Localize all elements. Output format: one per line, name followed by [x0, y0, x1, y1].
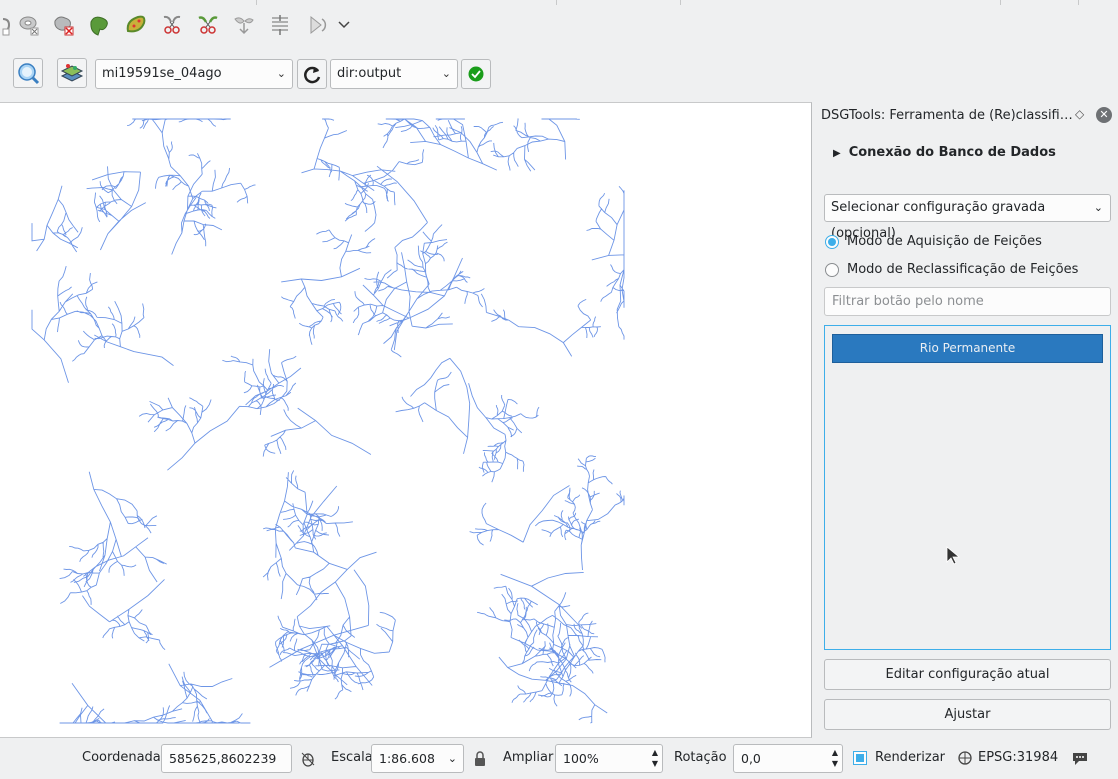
crs-globe-icon[interactable]	[957, 750, 973, 766]
spin-arrows-icon[interactable]: ▲ ▼	[832, 747, 838, 769]
lock-scale-icon[interactable]	[473, 751, 487, 767]
button-filter-placeholder: Filtrar botão pelo nome	[832, 294, 984, 309]
saved-config-combo[interactable]: Selecionar configuração gravada (opciona…	[824, 194, 1111, 241]
reclassification-mode-label: Modo de Reclassificação de Feições	[847, 262, 1079, 277]
adjust-button[interactable]: Ajustar	[824, 699, 1111, 730]
output-combo[interactable]: dir:output ⌄	[330, 59, 458, 89]
expand-triangle-icon: ▶	[833, 148, 841, 159]
radio-selected-icon	[825, 234, 839, 249]
delete-feature-icon[interactable]	[49, 10, 79, 40]
output-combo-value: dir:output	[337, 66, 402, 81]
river-lines	[31, 118, 625, 724]
db-connection-label: Conexão do Banco de Dados	[848, 145, 1056, 160]
rotation-label: Rotação	[674, 750, 727, 765]
digitizing-toolbar	[0, 0, 1118, 52]
rotation-spinbox[interactable]: 0,0 ▲ ▼	[733, 744, 843, 773]
render-checkbox[interactable]	[853, 751, 867, 765]
reclassification-dock: DSGTools: Ferramenta de (Re)classificaç.…	[817, 102, 1118, 738]
crs-label[interactable]: EPSG:31984	[978, 750, 1058, 765]
button-list-area: Rio Permanente	[824, 325, 1111, 650]
spin-arrows-icon[interactable]: ▲ ▼	[652, 747, 658, 769]
confirm-button[interactable]	[461, 59, 491, 89]
merge-features-icon[interactable]	[229, 10, 259, 40]
zoom-value: 100%	[563, 751, 599, 766]
acquisition-mode-label: Modo de Aquisição de Feições	[847, 234, 1042, 249]
split-features-icon[interactable]	[157, 10, 187, 40]
scale-combo[interactable]: 1:86.608 ⌄	[371, 744, 464, 773]
toolbar-overflow-chevron-icon[interactable]	[329, 10, 359, 40]
float-dock-icon[interactable]: ◇	[1075, 107, 1084, 121]
chevron-down-icon: ⌄	[447, 752, 457, 765]
layers-icon	[60, 64, 84, 82]
split-parts-icon[interactable]	[193, 10, 223, 40]
merge-attributes-icon[interactable]	[265, 10, 295, 40]
zoom-spinbox[interactable]: 100% ▲ ▼	[555, 744, 663, 773]
chevron-down-icon: ⌄	[276, 67, 286, 80]
rotate-point-symbols-icon[interactable]	[301, 10, 331, 40]
layer-combo[interactable]: mi19591se_04ago ⌄	[95, 59, 293, 89]
refresh-button[interactable]	[297, 59, 327, 89]
reshape-icon[interactable]	[85, 10, 115, 40]
messages-icon[interactable]	[1071, 750, 1089, 766]
toolbar-divider	[556, 0, 557, 5]
layer-selector-button[interactable]	[57, 58, 87, 88]
delete-ring-icon[interactable]	[14, 10, 44, 40]
button-filter-input[interactable]: Filtrar botão pelo nome	[824, 287, 1111, 316]
zoom-label: Ampliar	[503, 750, 554, 765]
edit-config-button[interactable]: Editar configuração atual	[824, 659, 1111, 690]
check-circle-icon	[468, 66, 484, 82]
offset-curve-icon[interactable]	[121, 10, 151, 40]
rotation-value: 0,0	[741, 751, 761, 766]
magnifier-icon	[18, 63, 40, 85]
coordinate-label: Coordenada	[82, 750, 161, 765]
toggle-extents-mouse-icon[interactable]	[300, 751, 316, 767]
reclassification-mode-radio[interactable]: Modo de Reclassificação de Feições	[825, 262, 1078, 277]
scale-value: 1:86.608	[379, 751, 435, 766]
map-canvas[interactable]	[0, 102, 812, 738]
dock-title: DSGTools: Ferramenta de (Re)classificaç.…	[821, 108, 1073, 123]
coordinate-field[interactable]: 585625,8602239	[161, 744, 292, 773]
db-connection-group[interactable]: ▶ Conexão do Banco de Dados	[833, 145, 1056, 160]
identify-zoom-button[interactable]	[13, 58, 43, 88]
render-label: Renderizar	[875, 750, 946, 765]
radio-unselected-icon	[825, 262, 839, 277]
close-dock-icon[interactable]: ✕	[1096, 107, 1112, 123]
status-bar: Coordenada 585625,8602239 Escala 1:86.60…	[0, 739, 1118, 779]
mouse-cursor-icon	[946, 546, 960, 565]
drainage-network	[31, 118, 625, 724]
toolbar-divider	[256, 0, 257, 5]
toolbar-divider	[1000, 0, 1001, 5]
chevron-down-icon: ⌄	[441, 67, 451, 80]
acquisition-mode-radio[interactable]: Modo de Aquisição de Feições	[825, 234, 1042, 249]
toolbar-divider	[680, 0, 681, 5]
rio-permanente-button[interactable]: Rio Permanente	[832, 334, 1103, 363]
scale-label: Escala	[331, 750, 373, 765]
toolbar-divider	[1078, 0, 1079, 5]
coordinate-value: 585625,8602239	[169, 751, 277, 766]
layer-combo-value: mi19591se_04ago	[102, 66, 222, 81]
chevron-down-icon: ⌄	[1093, 201, 1103, 214]
refresh-icon	[304, 66, 321, 84]
